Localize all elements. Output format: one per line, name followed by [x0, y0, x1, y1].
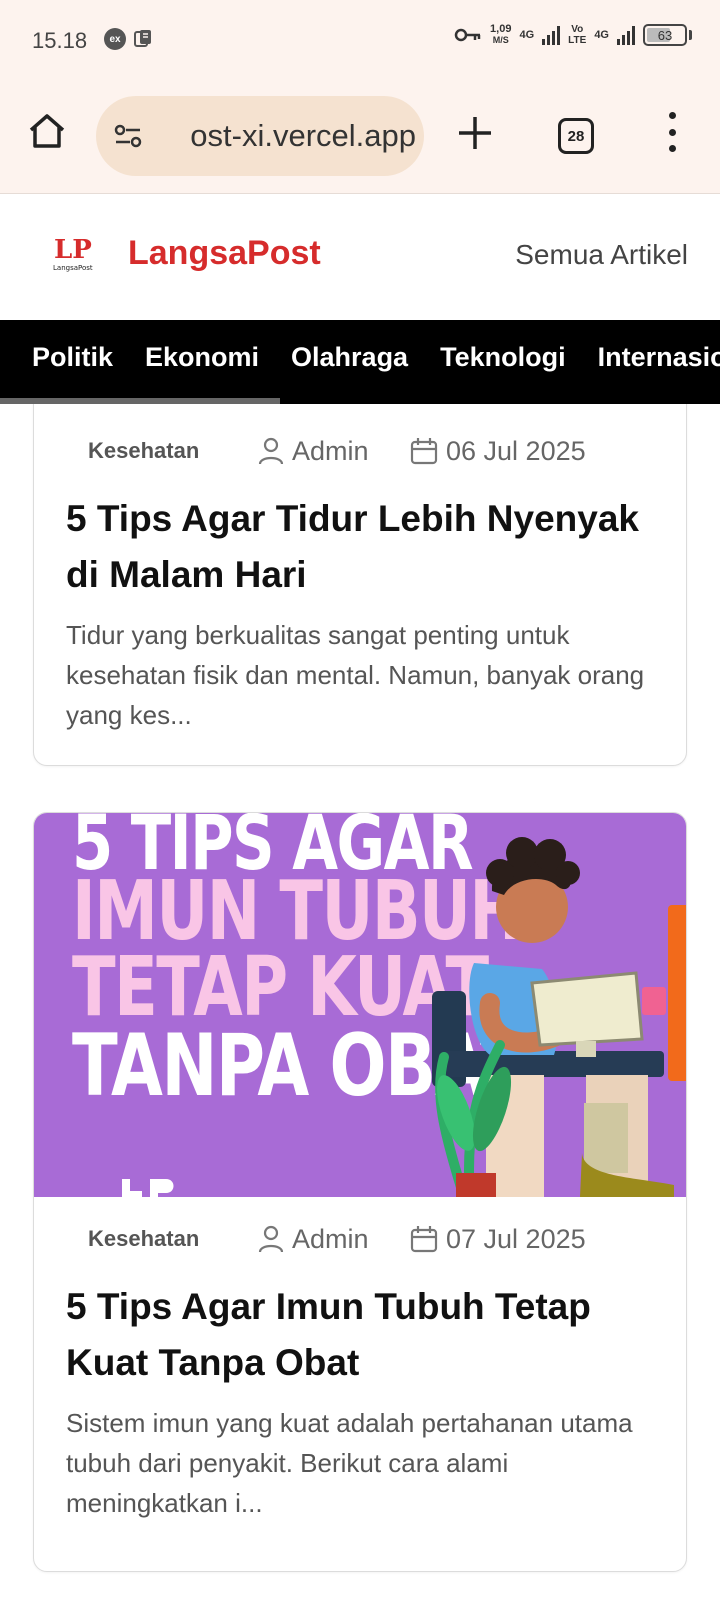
site-brand[interactable]: LangsaPost	[128, 234, 321, 273]
network-speed-unit: M/S	[492, 35, 509, 45]
user-icon	[258, 437, 284, 465]
volte-bottom: LTE	[568, 35, 587, 46]
volte-label: Vo LTE	[568, 24, 586, 46]
category-ekonomi[interactable]: Ekonomi	[145, 342, 259, 373]
more-menu-icon[interactable]	[660, 112, 684, 152]
network-type-2: 4G	[594, 28, 609, 41]
article-title[interactable]: 5 Tips Agar Tidur Lebih Nyenyak di Malam…	[66, 491, 666, 603]
article-meta: Kesehatan Admin 06 Jul 2025	[34, 431, 686, 471]
article-author: Admin	[258, 436, 369, 467]
calendar-icon	[410, 1226, 438, 1253]
category-teknologi[interactable]: Teknologi	[440, 342, 566, 373]
expressvpn-icon: ex	[104, 28, 126, 50]
article-card[interactable]: Kesehatan Admin 06 Jul 2025 5 Tips Agar …	[33, 404, 687, 766]
article-excerpt: Tidur yang berkualitas sangat penting un…	[66, 620, 645, 730]
battery-level: 63	[657, 27, 673, 43]
category-internasional[interactable]: Internasional	[598, 342, 720, 373]
person-at-computer-illustration	[432, 837, 686, 1197]
browser-toolbar: ost-xi.vercel.app 28	[0, 80, 720, 194]
url-text: ost-xi.vercel.app	[190, 118, 416, 153]
battery-tip	[689, 30, 692, 40]
site-header: LP LangsaPost LangsaPost Semua Artikel	[0, 194, 720, 320]
logo-letters: LP	[54, 235, 92, 265]
user-icon	[258, 1225, 284, 1253]
calendar-icon	[410, 438, 438, 465]
network-speed: 1,09 M/S	[490, 24, 511, 46]
status-bar: 15.18 ex 1,09 M/S 4G Vo LTE 4G 63	[0, 0, 720, 80]
tab-switcher-button[interactable]: 28	[558, 118, 594, 154]
vpn-key-icon	[454, 28, 481, 42]
article-title[interactable]: 5 Tips Agar Imun Tubuh Tetap Kuat Tanpa …	[66, 1279, 666, 1391]
status-right-icons: 1,09 M/S 4G Vo LTE 4G 63	[454, 24, 692, 46]
category-list: Politik Ekonomi Olahraga Teknologi Inter…	[32, 342, 720, 373]
article-excerpt: Sistem imun yang kuat adalah pertahanan …	[66, 1408, 633, 1518]
logo-caption: LangsaPost	[53, 264, 93, 272]
new-tab-plus-icon[interactable]	[456, 114, 494, 152]
home-icon[interactable]	[26, 110, 68, 152]
langsapost-logo[interactable]: LP LangsaPost	[50, 232, 94, 276]
battery-icon: 63	[643, 24, 687, 46]
category-politik[interactable]: Politik	[32, 342, 113, 373]
reader-mode-icon	[134, 30, 151, 47]
article-author: Admin	[258, 1224, 369, 1255]
article-card[interactable]: 5 TIPS AGAR IMUN TUBUH TETAP KUAT TANPA …	[33, 812, 687, 1572]
article-category[interactable]: Kesehatan	[88, 1226, 199, 1252]
volte-top: Vo	[571, 24, 584, 35]
thumbnail-logo-mark	[122, 1179, 174, 1197]
article-author-name: Admin	[292, 1223, 369, 1254]
article-date: 06 Jul 2025	[410, 436, 586, 467]
category-nav: Politik Ekonomi Olahraga Teknologi Inter…	[0, 320, 720, 404]
article-meta: Kesehatan Admin 07 Jul 2025	[34, 1219, 686, 1259]
all-articles-link[interactable]: Semua Artikel	[515, 239, 688, 271]
article-date-text: 06 Jul 2025	[446, 435, 586, 466]
address-bar[interactable]: ost-xi.vercel.app	[96, 96, 424, 176]
network-speed-value: 1,09	[490, 23, 512, 35]
signal-bars-1-icon	[542, 25, 561, 45]
signal-bars-2-icon	[617, 25, 635, 45]
status-left-icons: ex	[104, 28, 152, 50]
article-category[interactable]: Kesehatan	[88, 438, 199, 464]
article-list: Kesehatan Admin 06 Jul 2025 5 Tips Agar …	[0, 404, 720, 1612]
article-thumbnail[interactable]: 5 TIPS AGAR IMUN TUBUH TETAP KUAT TANPA …	[34, 813, 686, 1197]
article-date-text: 07 Jul 2025	[446, 1223, 586, 1254]
network-type-1: 4G	[519, 28, 535, 41]
article-author-name: Admin	[292, 435, 369, 466]
site-settings-icon[interactable]	[112, 120, 144, 152]
article-date: 07 Jul 2025	[410, 1224, 586, 1255]
status-time: 15.18	[32, 28, 88, 53]
category-olahraga[interactable]: Olahraga	[291, 342, 408, 373]
